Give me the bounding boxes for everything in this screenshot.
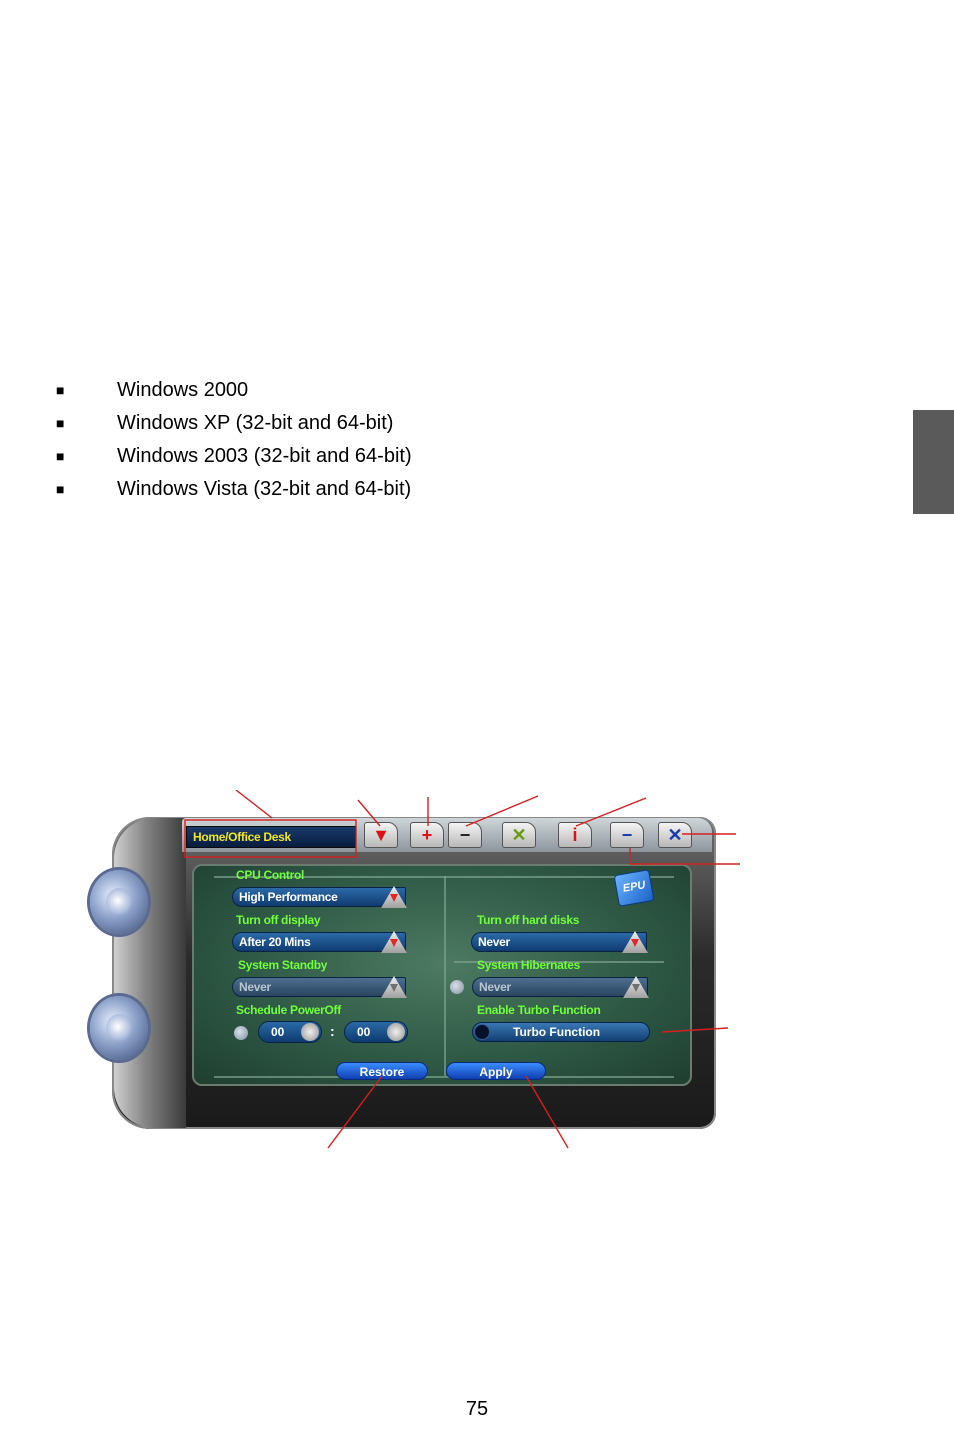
os-label: Windows XP (32-bit and 64-bit) xyxy=(117,412,394,434)
os-item: ■ Windows XP (32-bit and 64-bit) xyxy=(0,407,600,440)
callout-line xyxy=(525,1075,569,1149)
callout-line xyxy=(357,799,381,827)
utility-screenshot: Home/Office Desk ▼ + − ✕ i − ✕ CPU Contr… xyxy=(86,790,746,1155)
callout-line xyxy=(575,797,647,827)
os-item: ■ Windows Vista (32-bit and 64-bit) xyxy=(0,473,600,506)
os-item: ■ Windows 2000 xyxy=(0,374,600,407)
bullet: ■ xyxy=(56,415,65,431)
os-label: Windows 2003 (32-bit and 64-bit) xyxy=(117,445,412,467)
callout-line xyxy=(465,795,539,827)
bullet: ■ xyxy=(56,448,65,464)
bullet: ■ xyxy=(56,382,65,398)
callout-lines xyxy=(184,790,740,1149)
chapter-tab xyxy=(913,410,954,514)
profile-highlight-box xyxy=(184,819,357,858)
callout-line xyxy=(327,1075,383,1149)
callout-line xyxy=(661,1027,729,1033)
os-item: ■ Windows 2003 (32-bit and 64-bit) xyxy=(0,440,600,473)
page-number: 75 xyxy=(465,1398,489,1420)
os-label: Windows Vista (32-bit and 64-bit) xyxy=(117,478,412,500)
os-label: Windows 2000 xyxy=(117,379,249,401)
callout-line xyxy=(235,790,273,819)
bullet: ■ xyxy=(56,481,65,497)
